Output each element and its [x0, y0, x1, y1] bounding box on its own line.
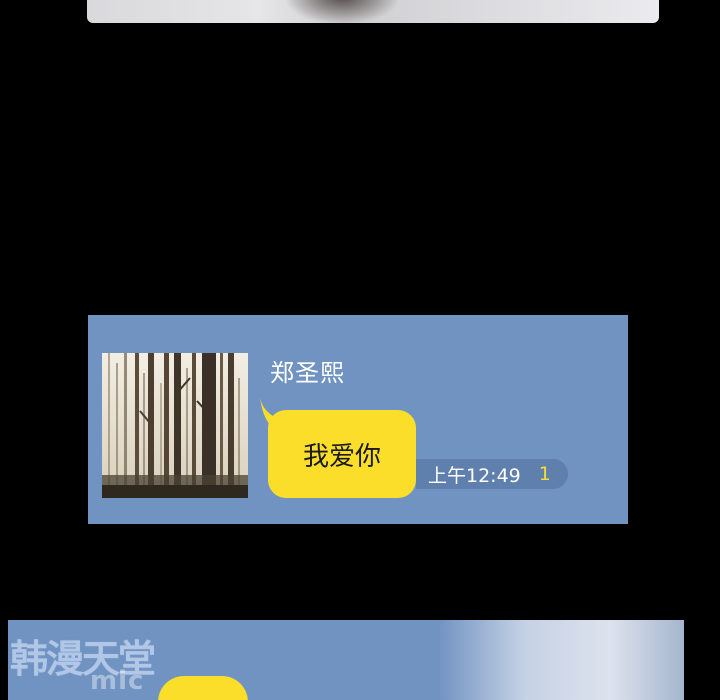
- message-time: 上午12:49: [428, 464, 521, 487]
- unread-count-badge: 1: [538, 463, 551, 485]
- chat-panel: 郑圣熙 我爱你 上午12:49 1: [88, 315, 628, 524]
- message-meta: 上午12:49 1: [416, 459, 568, 489]
- forest-photo-icon: [102, 353, 248, 498]
- message-bubble[interactable]: 我爱你: [268, 410, 416, 498]
- watermark: 韩漫天堂 mic: [8, 620, 178, 700]
- sender-name: 郑圣熙: [270, 359, 345, 387]
- comic-page: 郑圣熙 我爱你 上午12:49 1 韩漫天堂 mic: [0, 0, 720, 700]
- watermark-sub: mic: [90, 666, 145, 696]
- previous-panel-strip: [87, 0, 659, 23]
- panel-highlight: [438, 620, 684, 700]
- sender-avatar[interactable]: [102, 353, 248, 498]
- message-text: 我爱你: [302, 441, 381, 472]
- next-panel-strip: 韩漫天堂 mic: [8, 620, 684, 700]
- panel-shadow: [287, 0, 397, 23]
